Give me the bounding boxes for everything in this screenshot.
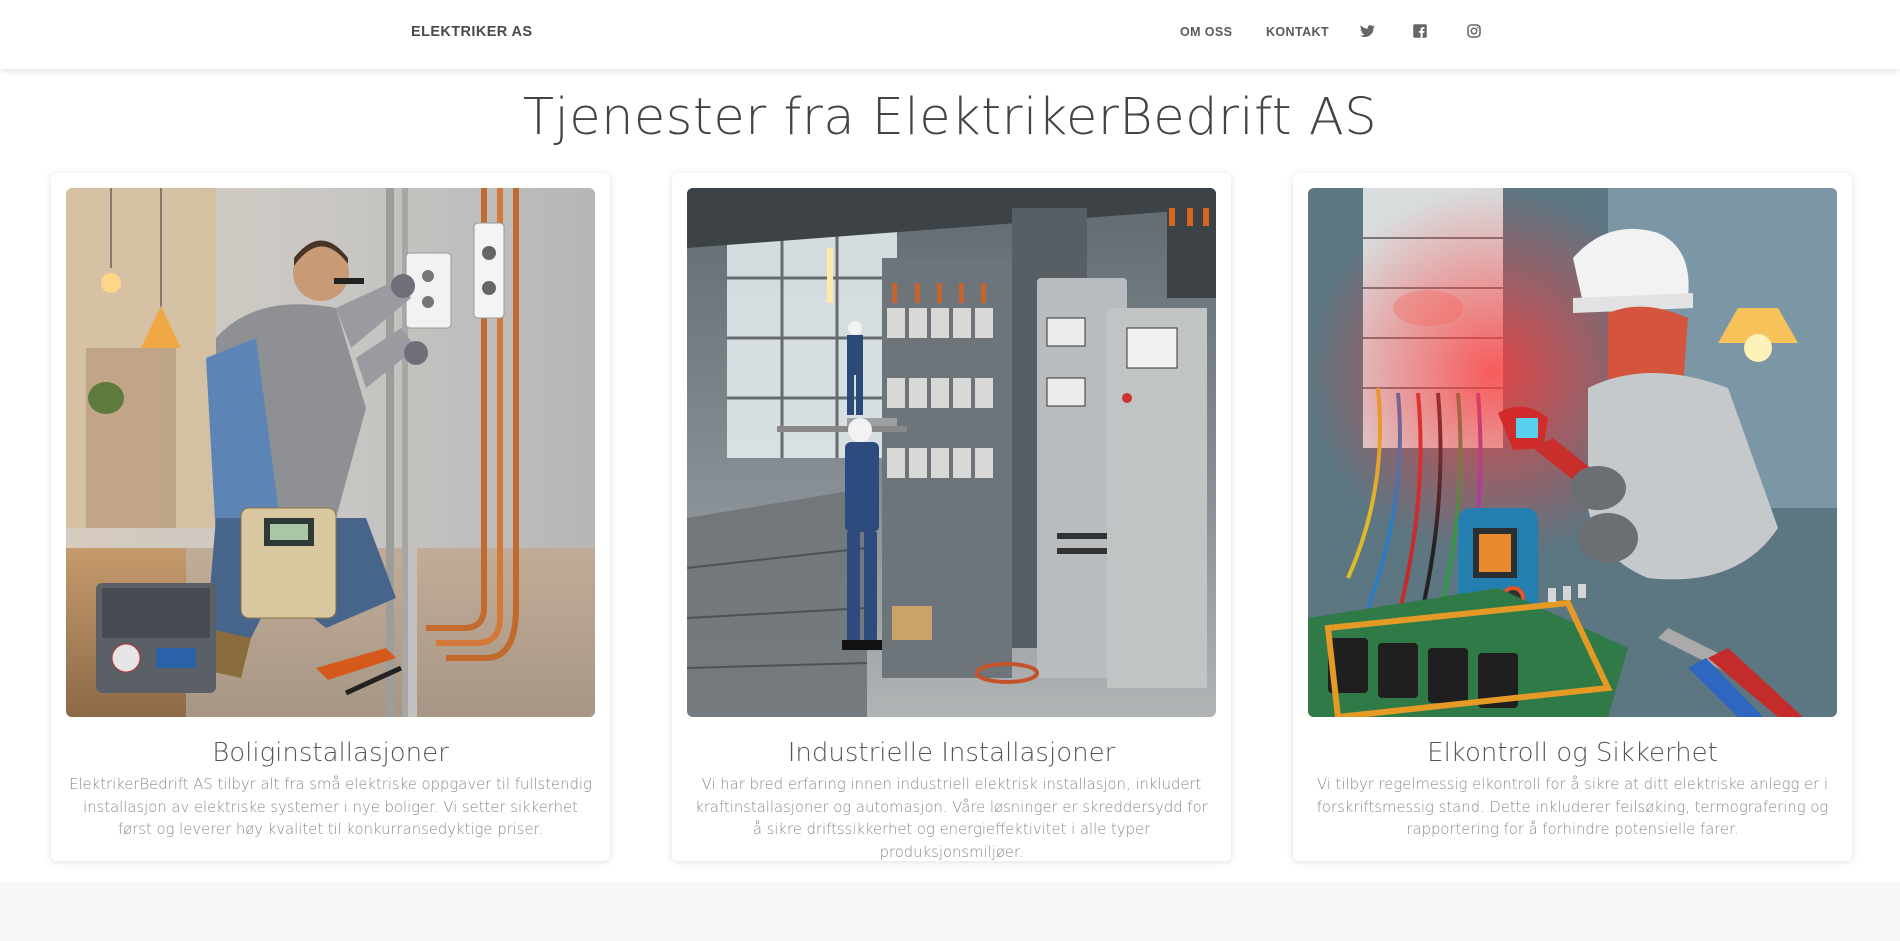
service-card-inspection: Elkontroll og Sikkerhet Vi tilbyr regelm… — [1293, 173, 1852, 861]
service-card-industrial: Industrielle Installasjoner Vi har bred … — [672, 173, 1231, 861]
card-description: Vi har bred erfaring innen industriell e… — [695, 776, 1208, 861]
instagram-icon[interactable] — [1465, 22, 1483, 40]
card-title: Elkontroll og Sikkerhet — [1427, 738, 1718, 768]
nav-link-kontakt[interactable]: KONTAKT — [1266, 25, 1329, 39]
card-description: Vi tilbyr regelmessig elkontroll for å s… — [1316, 776, 1829, 838]
service-card-residential: Boliginstallasjoner ElektrikerBedrift AS… — [51, 173, 610, 861]
industrial-installation-photo — [687, 188, 1216, 717]
facebook-icon[interactable] — [1411, 22, 1429, 40]
twitter-icon[interactable] — [1358, 22, 1376, 40]
electrician-residential-installation-photo — [66, 188, 595, 717]
card-description: ElektrikerBedrift AS tilbyr alt fra små … — [69, 776, 592, 838]
card-title: Industrielle Installasjoner — [787, 738, 1116, 768]
brand-logo[interactable]: ELEKTRIKER AS — [411, 24, 532, 40]
electrical-inspection-photo — [1308, 188, 1837, 717]
nav-link-om-oss[interactable]: OM OSS — [1180, 25, 1232, 39]
page-title: Tjenester fra ElektrikerBedrift AS — [522, 88, 1378, 147]
navbar: ELEKTRIKER AS OM OSS KONTAKT — [0, 0, 1900, 69]
footer-band — [0, 882, 1900, 941]
card-title: Boliginstallasjoner — [212, 738, 449, 768]
